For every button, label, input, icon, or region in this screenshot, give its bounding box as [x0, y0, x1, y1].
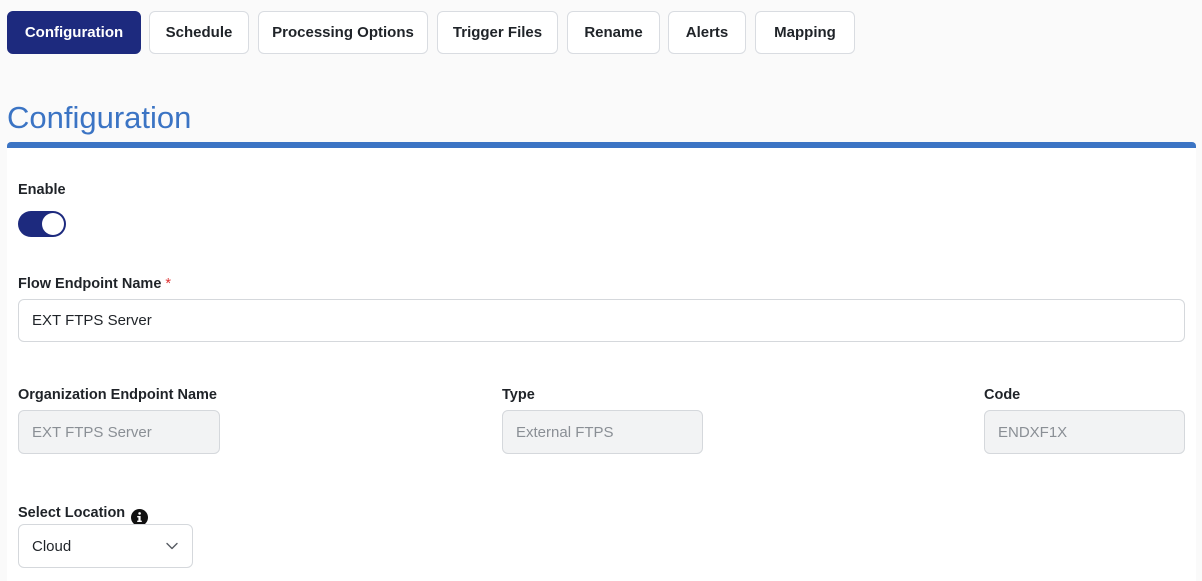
organization-endpoint-name-field: EXT FTPS Server: [18, 410, 220, 454]
type-field: External FTPS: [502, 410, 703, 454]
tab-trigger-files[interactable]: Trigger Files: [437, 11, 558, 54]
tab-mapping[interactable]: Mapping: [755, 11, 855, 54]
flow-endpoint-name-label: Flow Endpoint Name *: [18, 276, 171, 292]
tab-processing-options[interactable]: Processing Options: [258, 11, 428, 54]
type-label: Type: [502, 387, 535, 403]
flow-endpoint-name-input[interactable]: EXT FTPS Server: [18, 299, 1185, 342]
tab-alerts[interactable]: Alerts: [668, 11, 746, 54]
tab-rename[interactable]: Rename: [567, 11, 660, 54]
enable-toggle[interactable]: [18, 211, 66, 237]
code-field: ENDXF1X: [984, 410, 1185, 454]
code-label: Code: [984, 387, 1021, 403]
select-location-label: Select Location: [18, 505, 126, 521]
location-select-value: Cloud: [32, 537, 72, 555]
configuration-card: Enable Flow Endpoint Name * EXT FTPS Serv…: [7, 142, 1196, 581]
tab-configuration[interactable]: Configuration: [7, 11, 141, 54]
organization-endpoint-name-label: Organization Endpoint Name: [18, 387, 217, 403]
endpoint-configuration-page: Configuration Schedule Processing Option…: [0, 0, 1202, 581]
tab-schedule[interactable]: Schedule: [149, 11, 249, 54]
chevron-down-icon: [166, 542, 178, 550]
enable-label: Enable: [18, 182, 66, 198]
required-asterisk: *: [165, 276, 172, 292]
section-title: Configuration: [7, 100, 192, 135]
flow-endpoint-name-label-text: Flow Endpoint Name: [18, 276, 162, 292]
location-select[interactable]: Cloud: [18, 524, 193, 568]
toggle-knob: [42, 213, 64, 235]
